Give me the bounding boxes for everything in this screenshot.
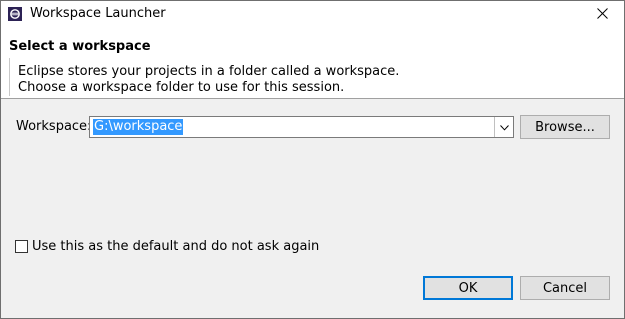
combo-dropdown-button[interactable]	[494, 117, 513, 137]
eclipse-icon	[8, 7, 22, 21]
banner-heading: Select a workspace	[9, 39, 151, 54]
close-icon	[596, 8, 608, 23]
workspace-label: Workspace:	[16, 119, 92, 134]
browse-button[interactable]: Browse...	[520, 115, 610, 139]
banner-message: Eclipse stores your projects in a folder…	[9, 58, 616, 96]
default-checkbox[interactable]	[15, 239, 28, 253]
chevron-down-icon	[499, 120, 509, 135]
window-title: Workspace Launcher	[30, 6, 166, 21]
workspace-path-input[interactable]: G:\workspace	[93, 119, 184, 135]
default-checkbox-label[interactable]: Use this as the default and do not ask a…	[32, 239, 319, 254]
cancel-button[interactable]: Cancel	[520, 276, 610, 300]
title-bar: Workspace Launcher	[1, 1, 624, 30]
workspace-combo[interactable]: G:\workspace	[89, 116, 514, 138]
ok-button[interactable]: OK	[423, 276, 513, 300]
message-line-2: Choose a workspace folder to use for thi…	[18, 80, 345, 95]
close-button[interactable]	[580, 1, 624, 30]
header-banner: Select a workspace Eclipse stores your p…	[1, 30, 624, 99]
workspace-launcher-window: Workspace Launcher Select a workspace Ec…	[0, 0, 625, 319]
message-line-1: Eclipse stores your projects in a folder…	[18, 64, 400, 79]
default-option-row[interactable]: Use this as the default and do not ask a…	[15, 238, 319, 254]
